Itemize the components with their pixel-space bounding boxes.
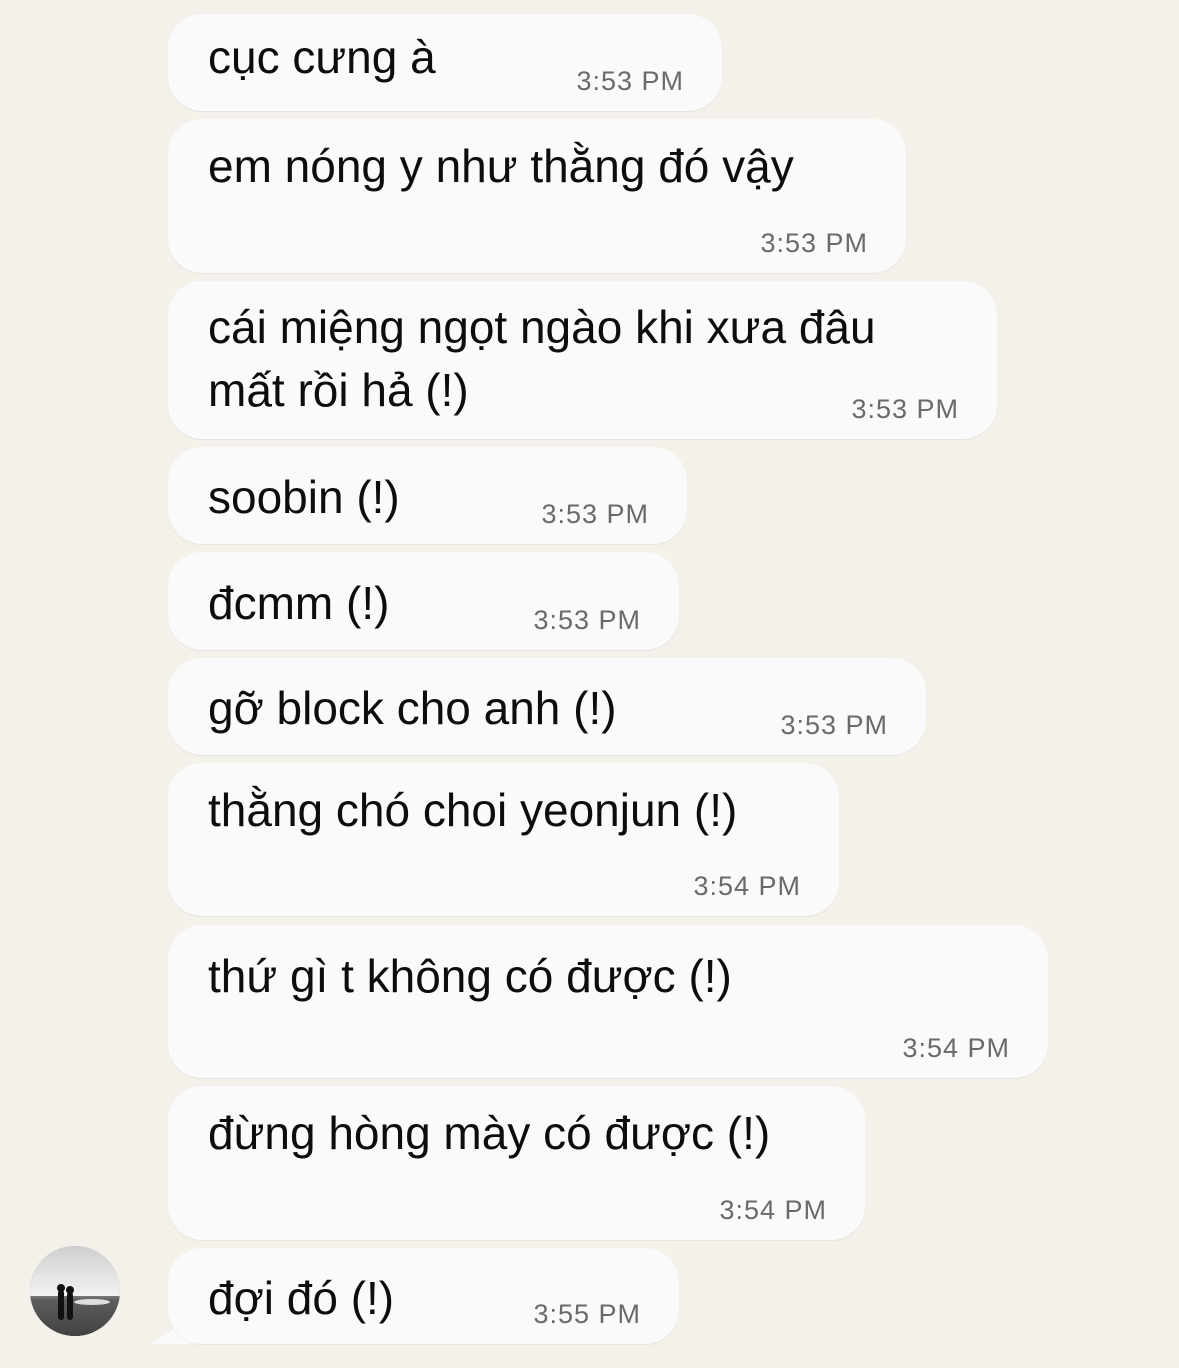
message-text: thằng chó choi yeonjun (!) [208,784,738,836]
avatar-photo-icon [30,1246,120,1336]
message-text: thứ gì t không có được (!) [208,950,732,1002]
message-text: cục cưng à [208,31,436,83]
message-timestamp: 3:53 PM [533,605,641,635]
message-text: soobin (!) [208,471,400,523]
message-text: gỡ block cho anh (!) [208,682,617,734]
chat-thread[interactable]: cục cưng à 3:53 PM em nóng y như thằng đ… [0,0,1179,1368]
message-timestamp: 3:54 PM [719,1195,827,1225]
message-bubble[interactable]: soobin (!) 3:53 PM [168,447,687,544]
message-text: cái miệng ngọt ngào khi xưa đâu [208,301,876,353]
message-bubble[interactable]: em nóng y như thằng đó vậy 3:53 PM [168,119,906,273]
message-bubble[interactable]: gỡ block cho anh (!) 3:53 PM [168,658,926,755]
message-bubble[interactable]: thứ gì t không có được (!) 3:54 PM [168,925,1048,1078]
message-text: đợi đó (!) [208,1272,395,1324]
message-timestamp: 3:53 PM [851,394,959,424]
message-bubble[interactable]: thằng chó choi yeonjun (!) 3:54 PM [168,763,839,916]
message-timestamp: 3:53 PM [760,228,868,258]
message-timestamp: 3:53 PM [541,499,649,529]
message-bubble[interactable]: cục cưng à 3:53 PM [168,14,722,111]
message-timestamp: 3:55 PM [533,1299,641,1329]
contact-avatar[interactable] [30,1246,120,1336]
message-bubble[interactable]: đừng hòng mày có được (!) 3:54 PM [168,1086,865,1240]
message-bubble[interactable]: đcmm (!) 3:53 PM [168,552,679,650]
message-timestamp: 3:54 PM [693,871,801,901]
message-text: đcmm (!) [208,577,390,629]
message-text: mất rồi hả (!) [208,364,469,416]
message-text: em nóng y như thằng đó vậy [208,140,794,192]
message-timestamp: 3:54 PM [902,1033,1010,1063]
message-bubble[interactable]: đợi đó (!) 3:55 PM [168,1248,679,1344]
message-text: đừng hòng mày có được (!) [208,1107,771,1159]
message-timestamp: 3:53 PM [576,66,684,96]
message-timestamp: 3:53 PM [780,710,888,740]
message-bubble[interactable]: cái miệng ngọt ngào khi xưa đâu mất rồi … [168,281,997,439]
